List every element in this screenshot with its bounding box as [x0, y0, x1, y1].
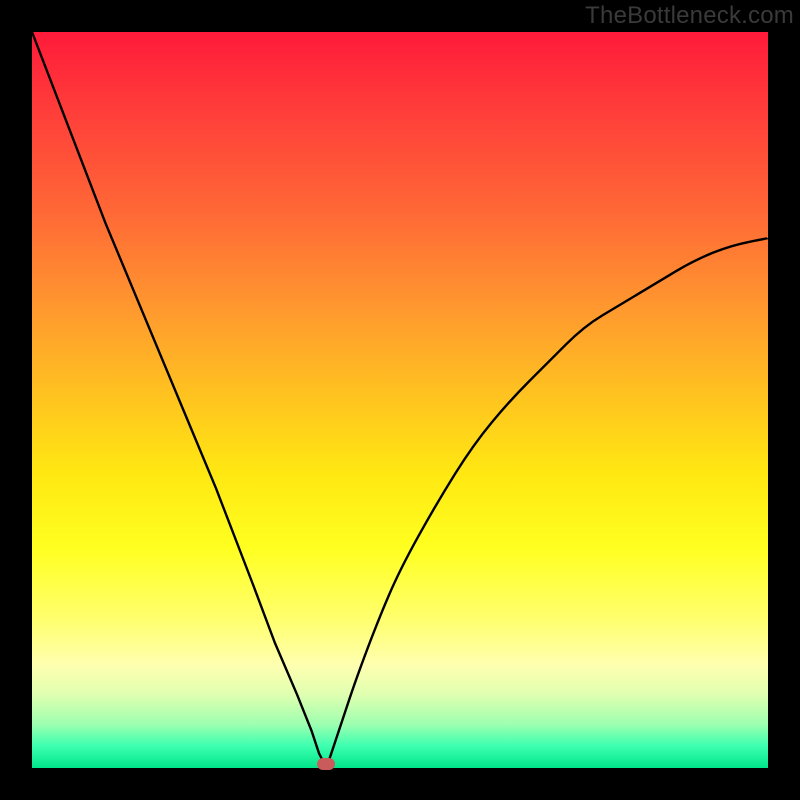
curve-right-branch: [326, 238, 768, 768]
minimum-marker: [317, 758, 335, 770]
curve-layer: [32, 32, 768, 768]
curve-left-branch: [32, 32, 326, 768]
chart-frame: TheBottleneck.com: [0, 0, 800, 800]
watermark-text: TheBottleneck.com: [585, 2, 794, 30]
